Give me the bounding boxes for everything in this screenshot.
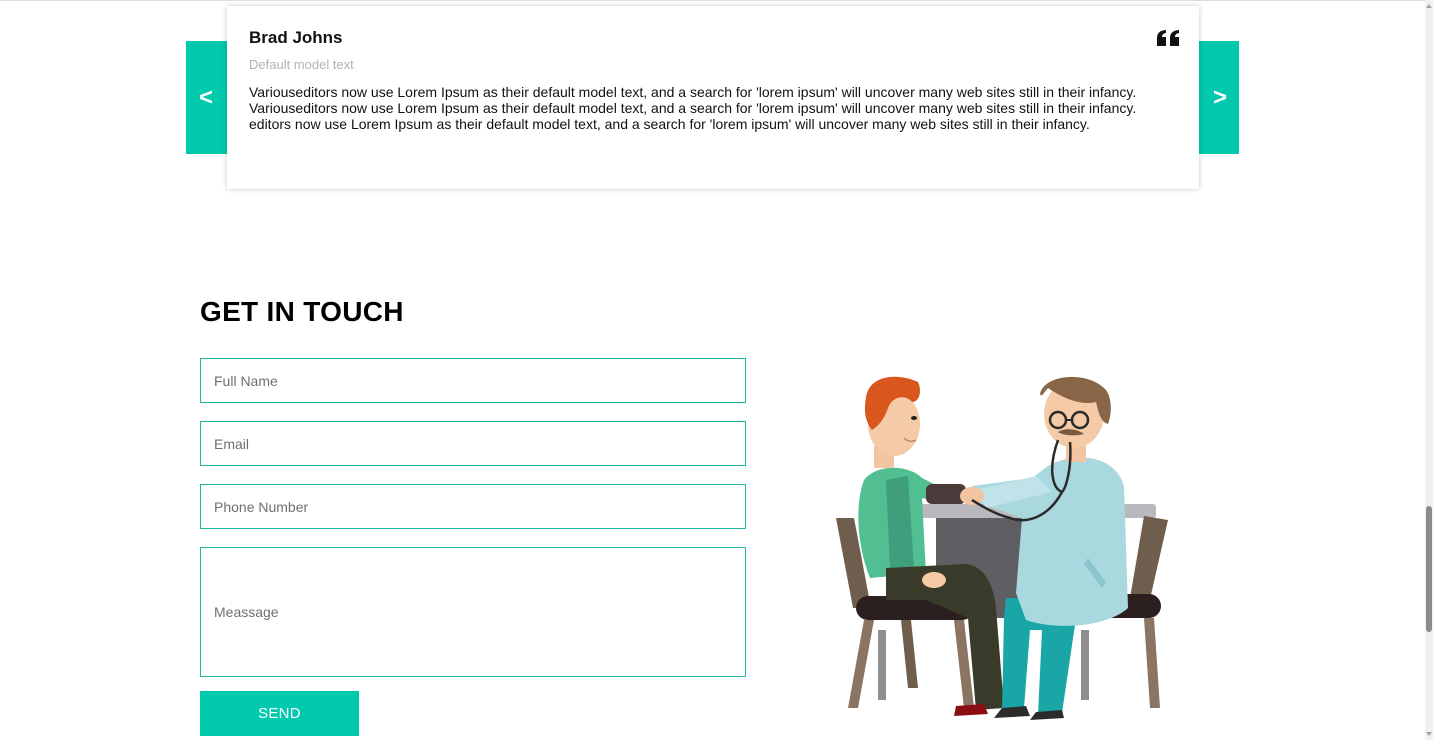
slider-next-button[interactable]: > xyxy=(1198,41,1239,154)
contact-title: GET IN TOUCH xyxy=(200,296,404,327)
scroll-down-icon[interactable] xyxy=(1426,732,1432,736)
scroll-up-icon[interactable] xyxy=(1426,4,1432,8)
top-divider xyxy=(0,0,1425,1)
message-textarea[interactable] xyxy=(200,547,746,677)
full-name-input[interactable] xyxy=(200,358,746,403)
testimonial-card: Brad Johns Default model text Variousedi… xyxy=(227,6,1199,189)
email-input[interactable] xyxy=(200,421,746,466)
quote-icon xyxy=(1157,30,1179,46)
page: < > Brad Johns Default model text Variou… xyxy=(0,0,1433,740)
testimonial-author-name: Brad Johns xyxy=(249,28,343,47)
page-scrollbar[interactable] xyxy=(1425,0,1433,740)
slider-prev-button[interactable]: < xyxy=(186,41,227,154)
testimonial-text: Variouseditors now use Lorem Ipsum as th… xyxy=(249,84,1137,132)
send-button[interactable]: SEND xyxy=(200,691,359,736)
doctor-patient-illustration xyxy=(836,376,1168,720)
scrollbar-thumb[interactable] xyxy=(1426,506,1432,632)
testimonial-author-role: Default model text xyxy=(249,57,354,72)
phone-number-input[interactable] xyxy=(200,484,746,529)
